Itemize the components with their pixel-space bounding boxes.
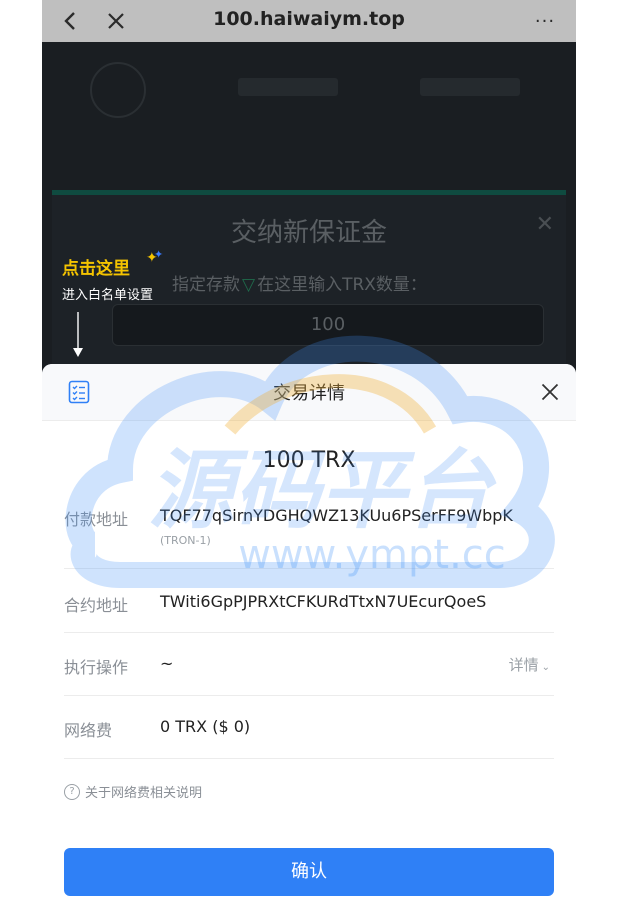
contract-address-row: 合约地址 TWiti6GpPJPRXtCFKURdTtxN7UEcurQoeS	[64, 568, 554, 633]
operation-row: 执行操作 ~ 详情 ⌄	[64, 632, 554, 696]
arrow-down-icon	[72, 312, 84, 363]
phone-screen: 100.haiwaiym.top ··· 交纳新保证金 ✕ 指定存款 ▽ 在这里输入…	[42, 0, 576, 916]
payer-address-value: TQF77qSirnYDGHQWZ13KUu6PSerFF9WbpK	[160, 506, 513, 525]
network-fee-row: 网络费 0 TRX ($ 0)	[64, 695, 554, 759]
network-fee-label: 网络费	[64, 721, 113, 740]
sparkle-icon: ✦	[154, 248, 164, 261]
background-amount-input: 100	[112, 304, 544, 346]
browser-top-bar: 100.haiwaiym.top ···	[42, 0, 576, 42]
network-fee-help-link[interactable]: ? 关于网络费相关说明	[64, 782, 202, 801]
payer-network-label: (TRON-1)	[160, 534, 211, 547]
dim-menu-item	[238, 78, 338, 96]
operation-detail-toggle[interactable]: 详情 ⌄	[509, 654, 550, 675]
transaction-amount: 100 TRX	[262, 448, 356, 473]
payer-address-label: 付款地址	[64, 510, 129, 529]
question-icon: ?	[64, 783, 80, 800]
background-dialog-label: 指定存款 ▽ 在这里输入TRX数量：	[172, 275, 427, 295]
contract-address-value: TWiti6GpPJPRXtCFKURdTtxN7UEcurQoeS	[160, 592, 487, 611]
hint-title: 点击这里	[62, 259, 130, 279]
background-close-icon: ✕	[535, 212, 554, 237]
more-button[interactable]: ···	[530, 0, 560, 42]
sheet-close-button[interactable]	[534, 376, 566, 408]
hint-subtitle: 进入白名单设置	[62, 288, 154, 303]
contract-address-label: 合约地址	[64, 596, 129, 615]
close-icon	[541, 383, 559, 401]
sheet-header: 交易详情	[42, 364, 576, 421]
sheet-title: 交易详情	[273, 383, 345, 404]
confirm-button[interactable]: 确认	[64, 848, 554, 896]
dimmed-page-content: 交纳新保证金 ✕ 指定存款 ▽ 在这里输入TRX数量： 100	[42, 42, 576, 375]
logo-icon	[90, 62, 146, 118]
dim-menu-item	[420, 78, 520, 96]
background-dialog-title: 交纳新保证金	[230, 218, 387, 248]
network-fee-value: 0 TRX ($ 0)	[160, 717, 251, 736]
tron-gem-icon: ▽	[242, 275, 256, 295]
payer-address-row: 付款地址 TQF77qSirnYDGHQWZ13KUu6PSerFF9WbpK …	[64, 494, 554, 569]
operation-value: ~	[160, 654, 174, 673]
transaction-detail-sheet: 交易详情 100 TRX 付款地址 TQF77qSirnYDGHQWZ13KUu…	[42, 364, 576, 916]
page-url: 100.haiwaiym.top	[213, 8, 405, 30]
operation-label: 执行操作	[64, 658, 129, 677]
chevron-down-icon: ⌄	[541, 662, 550, 673]
